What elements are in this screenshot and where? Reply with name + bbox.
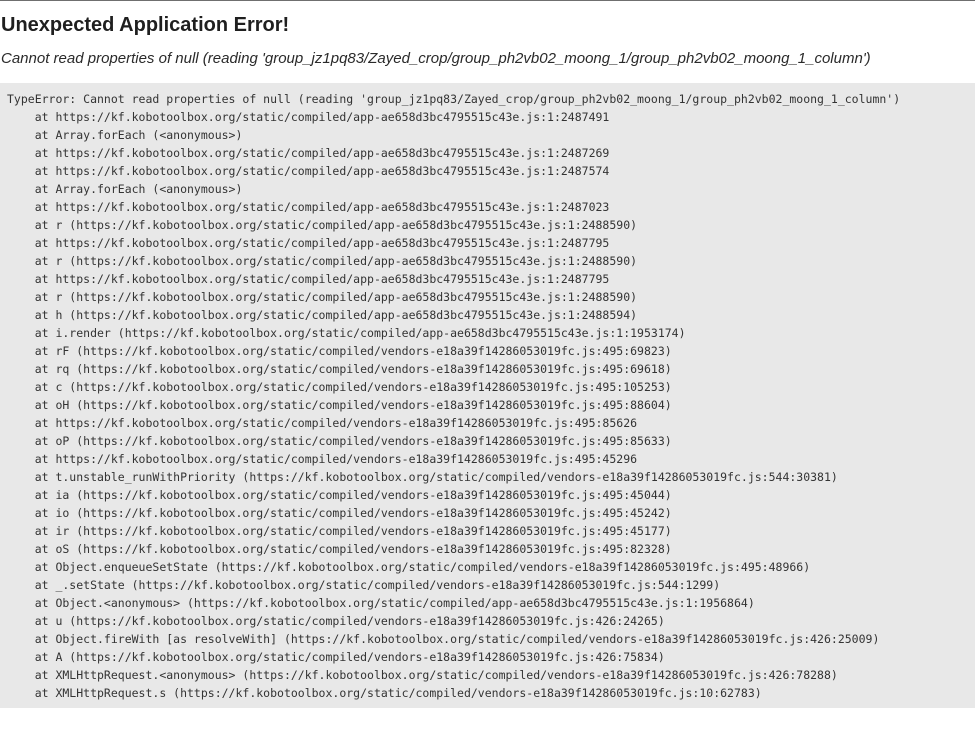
- stack-trace-frame: at rF (https://kf.kobotoolbox.org/static…: [7, 344, 672, 358]
- stack-trace-frame: at XMLHttpRequest.s (https://kf.kobotool…: [7, 686, 762, 700]
- stack-trace-frame: at https://kf.kobotoolbox.org/static/com…: [7, 452, 638, 466]
- stack-trace-frame: at io (https://kf.kobotoolbox.org/static…: [7, 506, 672, 520]
- stack-trace-frame: at XMLHttpRequest.<anonymous> (https://k…: [7, 668, 838, 682]
- top-divider: [0, 0, 975, 1]
- stack-trace-frame: at oS (https://kf.kobotoolbox.org/static…: [7, 542, 672, 556]
- stack-trace-frame: at Array.forEach (<anonymous>): [7, 182, 243, 196]
- stack-trace-frame: at https://kf.kobotoolbox.org/static/com…: [7, 146, 610, 160]
- error-message: Cannot read properties of null (reading …: [1, 50, 871, 67]
- stack-trace-frame: at https://kf.kobotoolbox.org/static/com…: [7, 272, 610, 286]
- stack-trace-frame: at oH (https://kf.kobotoolbox.org/static…: [7, 398, 672, 412]
- stack-trace-panel: TypeError: Cannot read properties of nul…: [0, 83, 975, 708]
- stack-trace-frame: at https://kf.kobotoolbox.org/static/com…: [7, 164, 610, 178]
- stack-trace-frame: at _.setState (https://kf.kobotoolbox.or…: [7, 578, 721, 592]
- stack-trace-frame: at oP (https://kf.kobotoolbox.org/static…: [7, 434, 672, 448]
- stack-trace-frame: at t.unstable_runWithPriority (https://k…: [7, 470, 838, 484]
- stack-trace-frame: at https://kf.kobotoolbox.org/static/com…: [7, 200, 610, 214]
- stack-trace-frame: at ia (https://kf.kobotoolbox.org/static…: [7, 488, 672, 502]
- stack-trace-frame: at https://kf.kobotoolbox.org/static/com…: [7, 236, 610, 250]
- stack-trace-frame: at h (https://kf.kobotoolbox.org/static/…: [7, 308, 638, 322]
- stack-trace-frame: at A (https://kf.kobotoolbox.org/static/…: [7, 650, 665, 664]
- stack-trace-error-line: TypeError: Cannot read properties of nul…: [7, 92, 901, 106]
- stack-trace-frame: at r (https://kf.kobotoolbox.org/static/…: [7, 254, 638, 268]
- stack-trace-frame: at Object.<anonymous> (https://kf.koboto…: [7, 596, 755, 610]
- stack-trace-frame: at Object.enqueueSetState (https://kf.ko…: [7, 560, 811, 574]
- stack-trace-frame: at ir (https://kf.kobotoolbox.org/static…: [7, 524, 672, 538]
- stack-trace-frame: at https://kf.kobotoolbox.org/static/com…: [7, 416, 638, 430]
- stack-trace-frame: at rq (https://kf.kobotoolbox.org/static…: [7, 362, 672, 376]
- stack-trace-frame: at Object.fireWith [as resolveWith] (htt…: [7, 632, 880, 646]
- stack-trace-lines: TypeError: Cannot read properties of nul…: [7, 90, 975, 702]
- stack-trace-frame: at c (https://kf.kobotoolbox.org/static/…: [7, 380, 672, 394]
- stack-trace-frame: at r (https://kf.kobotoolbox.org/static/…: [7, 290, 638, 304]
- stack-trace-frame: at u (https://kf.kobotoolbox.org/static/…: [7, 614, 665, 628]
- stack-trace-frame: at i.render (https://kf.kobotoolbox.org/…: [7, 326, 686, 340]
- stack-trace-frame: at r (https://kf.kobotoolbox.org/static/…: [7, 218, 638, 232]
- stack-trace-frame: at https://kf.kobotoolbox.org/static/com…: [7, 110, 610, 124]
- error-title: Unexpected Application Error!: [1, 14, 290, 36]
- stack-trace-frame: at Array.forEach (<anonymous>): [7, 128, 243, 142]
